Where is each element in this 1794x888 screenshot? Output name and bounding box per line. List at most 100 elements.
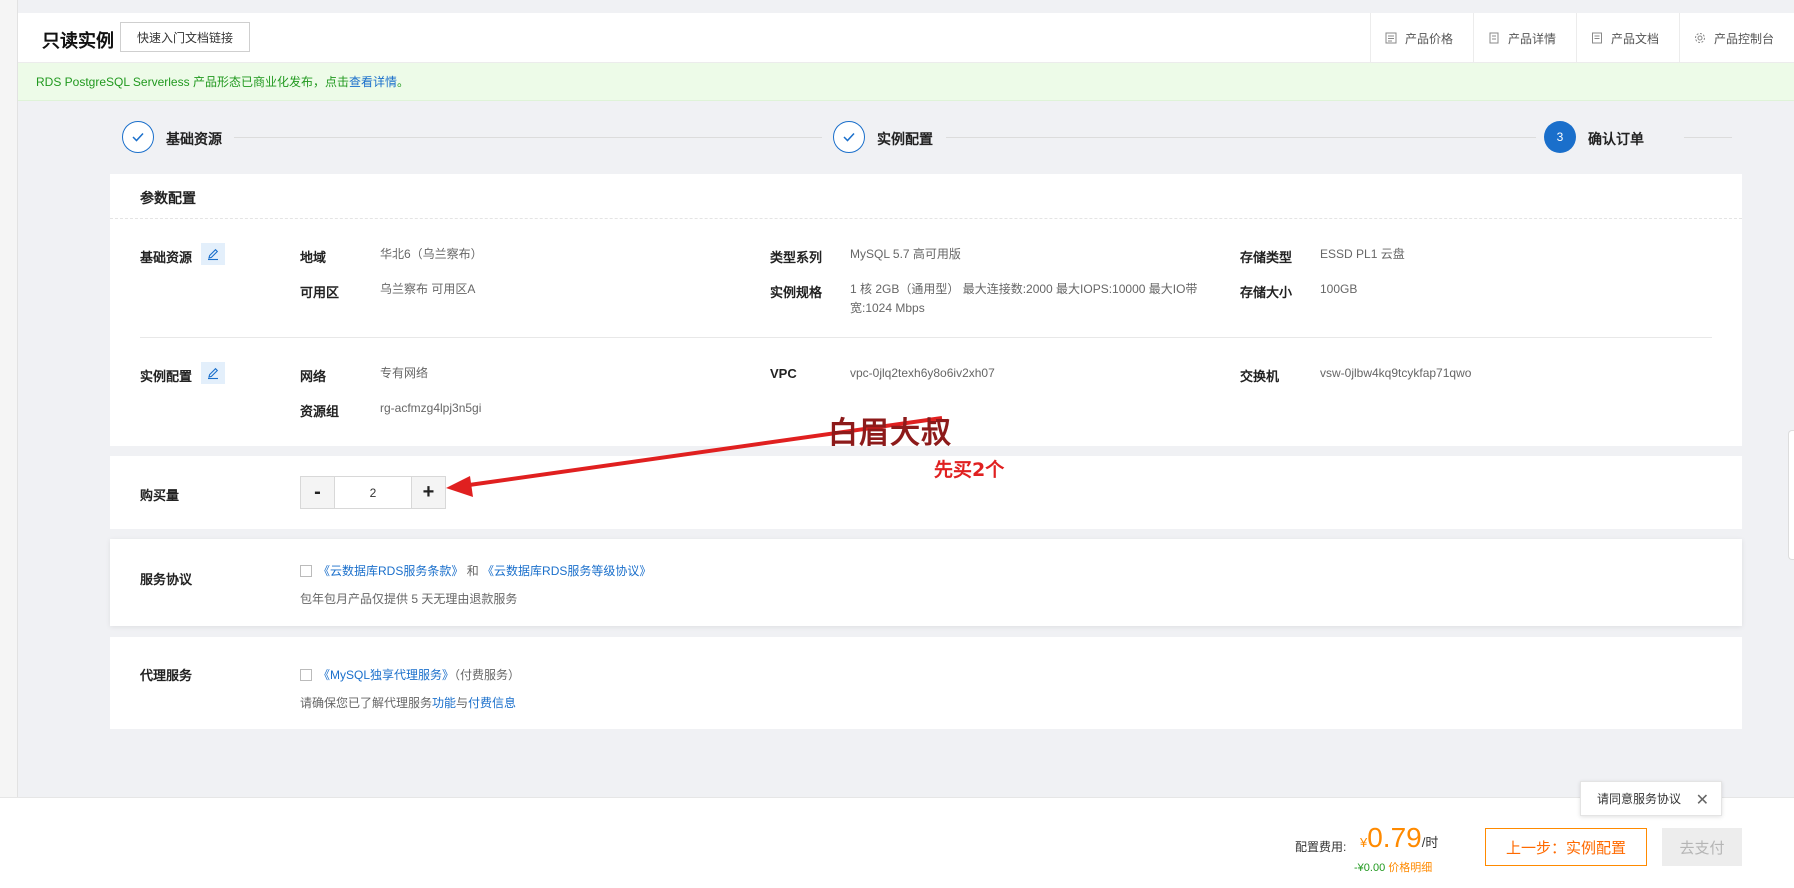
product-console-label: 产品控制台: [1713, 31, 1774, 46]
price-unit: /时: [1421, 835, 1439, 850]
storage-size-label: 存储大小: [1240, 285, 1293, 300]
discount-value: -¥0.00: [1354, 862, 1386, 874]
proxy-paid-label: （付费服务）: [454, 668, 521, 682]
proxy-card: 代理服务 《MySQL独享代理服务》（付费服务） 请确保您已了解代理服务功能与付…: [110, 637, 1742, 729]
quantity-stepper: - +: [300, 476, 446, 509]
top-links: 产品价格 产品详情 产品文档 产品控制台: [1369, 13, 1794, 63]
step-line-3: [1684, 137, 1732, 138]
product-detail-label: 产品详情: [1507, 31, 1556, 46]
quantity-label: 购买量: [140, 488, 180, 503]
proxy-links: 《MySQL独享代理服务》（付费服务）: [318, 666, 520, 683]
agreement-tooltip: 请同意服务协议 ✕: [1580, 781, 1722, 816]
zone-value: 乌兰察布 可用区A: [380, 282, 476, 296]
network-value: 专有网络: [380, 366, 429, 380]
decrease-button[interactable]: -: [301, 477, 334, 508]
gear-icon: [1694, 33, 1705, 43]
proxy-feature-link[interactable]: 功能: [432, 696, 456, 710]
product-detail-icon: [1489, 32, 1499, 44]
vswitch-label: 交换机: [1240, 369, 1280, 384]
region-label: 地域: [300, 250, 327, 265]
right-side-tab[interactable]: [1788, 430, 1794, 560]
product-detail-link[interactable]: 产品详情: [1472, 13, 1576, 63]
tooltip-text: 请同意服务协议: [1597, 792, 1682, 806]
step-line-2: [946, 137, 1536, 138]
product-console-link[interactable]: 产品控制台: [1678, 13, 1794, 63]
price-detail-link[interactable]: 价格明细: [1388, 862, 1432, 874]
vswitch-value: vsw-0jlbw4kq9tcykfap71qwo: [1320, 366, 1472, 380]
param-config-title: 参数配置: [140, 190, 196, 206]
quantity-card: 购买量 - +: [110, 456, 1742, 529]
storage-type-value: ESSD PL1 云盘: [1320, 247, 1405, 261]
region-value: 华北6（乌兰察布）: [380, 247, 483, 261]
price-detail: -¥0.00 价格明细: [1354, 859, 1432, 875]
product-price-label: 产品价格: [1404, 31, 1453, 46]
resource-group-label: 资源组: [300, 404, 340, 419]
pay-button[interactable]: 去支付: [1662, 828, 1742, 866]
proxy-note-text: 请确保您已了解代理服务: [300, 696, 433, 710]
agreement-checkbox[interactable]: [300, 565, 312, 577]
product-doc-label: 产品文档: [1610, 31, 1659, 46]
agreement-links: 《云数据库RDS服务条款》 和 《云数据库RDS服务等级协议》: [318, 562, 651, 579]
product-price-link[interactable]: 产品价格: [1369, 13, 1473, 63]
proxy-note-and: 与: [456, 696, 469, 710]
step-2-label: 实例配置: [877, 131, 933, 147]
proxy-billing-link[interactable]: 付费信息: [468, 696, 516, 710]
product-doc-link[interactable]: 产品文档: [1575, 13, 1679, 63]
notice-text: RDS PostgreSQL Serverless 产品形态已商业化发布，点击: [36, 75, 349, 89]
step-1-circle: [122, 121, 154, 153]
quantity-input[interactable]: [334, 477, 412, 508]
window-left-frame: [0, 0, 18, 888]
rds-sla-link[interactable]: 《云数据库RDS服务等级协议》: [482, 564, 651, 578]
param-config-card: 参数配置 基础资源 地域 华北6（乌兰察布） 可用区 乌兰察布 可用区A 类型系…: [110, 174, 1742, 446]
top-bar: 只读实例 快速入门文档链接 产品价格 产品详情 产品文档 产品控制台: [18, 13, 1794, 63]
step-2-circle: [833, 121, 865, 153]
document-icon: [1591, 32, 1602, 44]
agreement-label: 服务协议: [140, 572, 193, 587]
notice-banner: RDS PostgreSQL Serverless 产品形态已商业化发布，点击查…: [18, 63, 1794, 101]
basic-resource-label: 基础资源: [140, 250, 193, 265]
spec-value: 1 核 2GB（通用型） 最大连接数:2000 最大IOPS:10000 最大I…: [850, 282, 1198, 315]
fee-label: 配置费用:: [1295, 840, 1347, 854]
edit-basic-icon[interactable]: [201, 243, 225, 265]
mysql-proxy-link[interactable]: 《MySQL独享代理服务》: [318, 668, 454, 682]
step-progress: 基础资源 实例配置 3 确认订单: [122, 121, 1732, 155]
check-icon: [132, 132, 144, 142]
agreement-and: 和: [466, 564, 479, 578]
proxy-label: 代理服务: [140, 668, 193, 683]
storage-type-label: 存储类型: [1240, 250, 1293, 265]
close-icon[interactable]: ✕: [1696, 790, 1709, 810]
page-title: 只读实例: [42, 31, 114, 51]
bottom-bar: 配置费用: ¥0.79/时 -¥0.00 价格明细 上一步：实例配置 去支付: [0, 797, 1794, 888]
step-line-1: [234, 137, 822, 138]
spec-label: 实例规格: [770, 285, 823, 300]
vpc-value: vpc-0jlq2texh6y8o6iv2xh07: [850, 366, 995, 380]
price-display: ¥0.79/时: [1360, 822, 1438, 854]
quick-start-doc-button[interactable]: 快速入门文档链接: [120, 22, 250, 52]
step-1-label: 基础资源: [166, 131, 222, 147]
series-label: 类型系列: [770, 250, 823, 265]
refund-note: 包年包月产品仅提供 5 天无理由退款服务: [300, 592, 518, 606]
section-divider: [140, 337, 1712, 338]
previous-step-button[interactable]: 上一步：实例配置: [1485, 828, 1647, 866]
zone-label: 可用区: [300, 285, 340, 300]
check-icon: [843, 132, 855, 142]
resource-group-value: rg-acfmzg4lpj3n5gi: [380, 401, 482, 415]
notice-suffix: 。: [396, 75, 409, 89]
edit-instance-icon[interactable]: [201, 362, 225, 384]
proxy-checkbox[interactable]: [300, 669, 312, 681]
step-3-circle: 3: [1544, 121, 1576, 153]
proxy-note: 请确保您已了解代理服务功能与付费信息: [300, 694, 516, 711]
notice-detail-link[interactable]: 查看详情: [349, 73, 397, 90]
agreement-card: 服务协议 《云数据库RDS服务条款》 和 《云数据库RDS服务等级协议》 包年包…: [110, 539, 1742, 626]
series-value: MySQL 5.7 高可用版: [850, 247, 961, 261]
annotation-watermark: 白眉大叔: [828, 416, 952, 451]
rds-terms-link[interactable]: 《云数据库RDS服务条款》: [318, 564, 463, 578]
price-list-icon: [1385, 32, 1397, 44]
step-3-label: 确认订单: [1588, 131, 1644, 147]
title-divider: [110, 218, 1742, 219]
storage-size-value: 100GB: [1320, 282, 1358, 296]
increase-button[interactable]: +: [412, 477, 445, 508]
vpc-label: VPC: [770, 366, 797, 381]
instance-config-label: 实例配置: [140, 369, 193, 384]
price-value: 0.79: [1367, 822, 1422, 853]
